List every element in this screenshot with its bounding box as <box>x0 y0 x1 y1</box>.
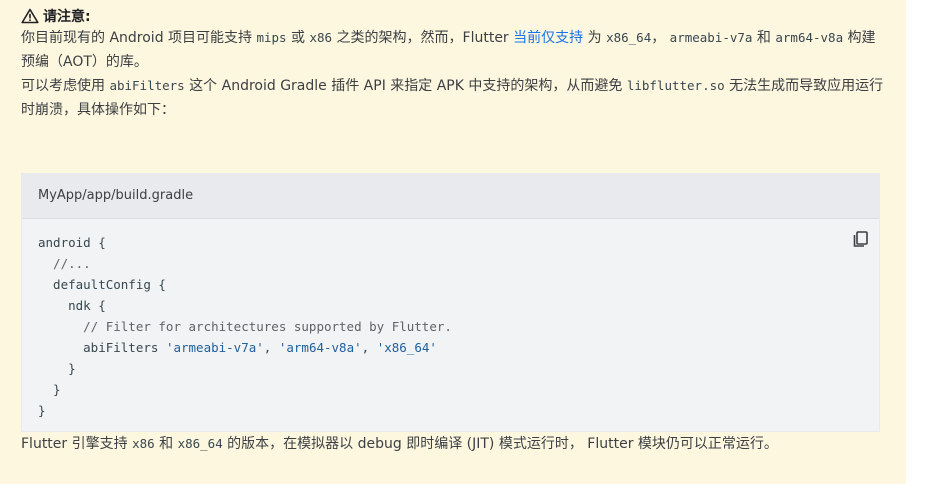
link-currently-supported[interactable]: 当前仅支持 <box>513 30 583 46</box>
code-string: 'armeabi-v7a' <box>165 340 264 355</box>
text: 你目前现有的 Android 项目可能支持 <box>21 30 257 46</box>
inline-code-x86_64: x86_64 <box>177 436 223 451</box>
code-line: ndk { <box>38 298 106 313</box>
code-line: defaultConfig { <box>38 277 166 292</box>
notice-box: 请注意: 你目前现有的 Android 项目可能支持 mips 或 x86 之类… <box>0 0 906 484</box>
inline-code-x86_64: x86_64 <box>606 30 652 45</box>
text: ， <box>651 30 670 46</box>
text: 和 <box>154 436 178 452</box>
inline-code-x86: x86 <box>309 30 333 45</box>
inline-code-abifilters: abiFilters <box>109 78 185 93</box>
code-token: , <box>361 340 377 355</box>
code-line-abifilters: abiFilters 'armeabi-v7a', 'arm64-v8a', '… <box>38 337 879 358</box>
text: Flutter 引擎支持 <box>21 436 133 452</box>
code-line: android { <box>38 235 106 250</box>
notice-title: 请注意: <box>21 6 906 26</box>
inline-code-arm64: arm64-v8a <box>775 30 844 45</box>
code-string: 'x86_64' <box>376 340 437 355</box>
warning-icon <box>21 8 39 24</box>
code-line: } <box>38 361 76 376</box>
code-token: abiFilters <box>38 340 166 355</box>
inline-code-x86: x86 <box>132 436 155 451</box>
text: 之类的架构，然而，Flutter <box>332 30 514 46</box>
code-line-comment: //... <box>38 256 91 271</box>
inline-code-armeabi: armeabi-v7a <box>669 30 753 45</box>
inline-code-libflutter: libflutter.so <box>626 78 725 93</box>
text: 可以考虑使用 <box>21 78 110 94</box>
code-string: 'arm64-v8a' <box>278 340 362 355</box>
code-block: MyApp/app/build.gradle android { //... d… <box>21 173 880 432</box>
paragraph-abifilters: 可以考虑使用 abiFilters 这个 Android Gradle 插件 A… <box>21 74 889 122</box>
text: 这个 Android Gradle 插件 API 来指定 APK 中支持的架构，… <box>184 78 627 94</box>
text: 和 <box>752 30 776 46</box>
text: 的版本，在模拟器以 debug 即时编译 (JIT) 模式运行时， Flutte… <box>222 436 778 452</box>
inline-code-mips: mips <box>256 30 287 45</box>
code-line: } <box>38 403 46 418</box>
notice-title-text: 请注意: <box>43 9 91 25</box>
copy-icon[interactable] <box>851 229 871 249</box>
code-line-comment: // Filter for architectures supported by… <box>38 319 452 334</box>
text: 为 <box>583 30 607 46</box>
paragraph-architectures: 你目前现有的 Android 项目可能支持 mips 或 x86 之类的架构，然… <box>21 26 889 74</box>
code-filename: MyApp/app/build.gradle <box>22 174 879 219</box>
text: 或 <box>286 30 310 46</box>
paragraph-jit: Flutter 引擎支持 x86 和 x86_64 的版本，在模拟器以 debu… <box>21 432 891 456</box>
code-body[interactable]: android { //... defaultConfig { ndk { //… <box>22 219 879 421</box>
code-token: , <box>263 340 279 355</box>
code-line: } <box>38 382 61 397</box>
